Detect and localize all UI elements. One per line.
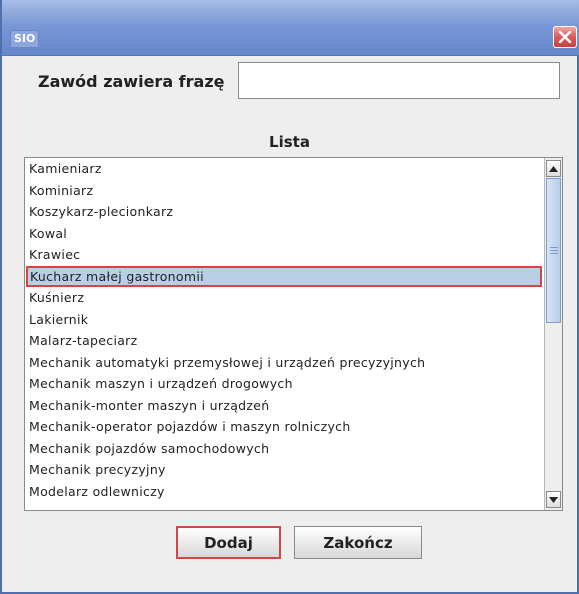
search-row: Zawód zawiera frazę (2, 58, 577, 108)
list-item[interactable]: Kominiarz (25, 180, 545, 202)
list-item[interactable]: Malarz-tapeciarz (25, 330, 545, 352)
scroll-up-button[interactable] (546, 160, 561, 177)
arrow-up-icon (549, 165, 558, 172)
list-item[interactable]: Mechanik precyzyjny (25, 459, 545, 481)
dialog-window: SIO Zawód zawiera frazę Lista Kamieniarz… (0, 0, 579, 594)
search-label: Zawód zawiera frazę (38, 72, 225, 91)
arrow-down-icon (549, 496, 558, 503)
list-item[interactable]: Kuśnierz (25, 287, 545, 309)
list-item[interactable]: Mechanik-monter maszyn i urządzeń (25, 395, 545, 417)
list-item-selected[interactable]: Kucharz małej gastronomii (26, 265, 542, 287)
list-heading: Lista (269, 133, 310, 151)
list-item[interactable]: Koszykarz-plecionkarz (25, 201, 545, 223)
add-button[interactable]: Dodaj (176, 526, 281, 559)
grip-icon (549, 247, 558, 254)
title-bar[interactable]: SIO (2, 0, 579, 56)
finish-button[interactable]: Zakończ (294, 526, 422, 559)
list-item[interactable]: Mechanik pojazdów samochodowych (25, 438, 545, 460)
list-item[interactable]: Mechanik automatyki przemysłowej i urząd… (25, 352, 545, 374)
list-items: Kamieniarz Kominiarz Koszykarz-plecionkarz… (25, 158, 545, 510)
list-item[interactable]: Mechanik-operator pojazdów i maszyn roln… (25, 416, 545, 438)
list-item[interactable]: Lakiernik (25, 309, 545, 331)
vertical-scrollbar[interactable] (544, 158, 562, 510)
scroll-down-button[interactable] (546, 491, 561, 508)
scrollbar-thumb[interactable] (546, 178, 561, 323)
search-input[interactable] (238, 62, 560, 99)
occupation-list[interactable]: Kamieniarz Kominiarz Koszykarz-plecionkarz… (24, 157, 563, 511)
list-item[interactable]: Kowal (25, 223, 545, 245)
list-item[interactable]: Mechanik maszyn i urządzeń drogowych (25, 373, 545, 395)
list-item[interactable]: Kamieniarz (25, 158, 545, 180)
close-window-button[interactable] (553, 26, 577, 48)
list-item[interactable]: Krawiec (25, 244, 545, 266)
window-title: SIO (10, 30, 40, 48)
close-icon (558, 30, 572, 44)
list-item[interactable]: Modelarz odlewniczy (25, 481, 545, 503)
